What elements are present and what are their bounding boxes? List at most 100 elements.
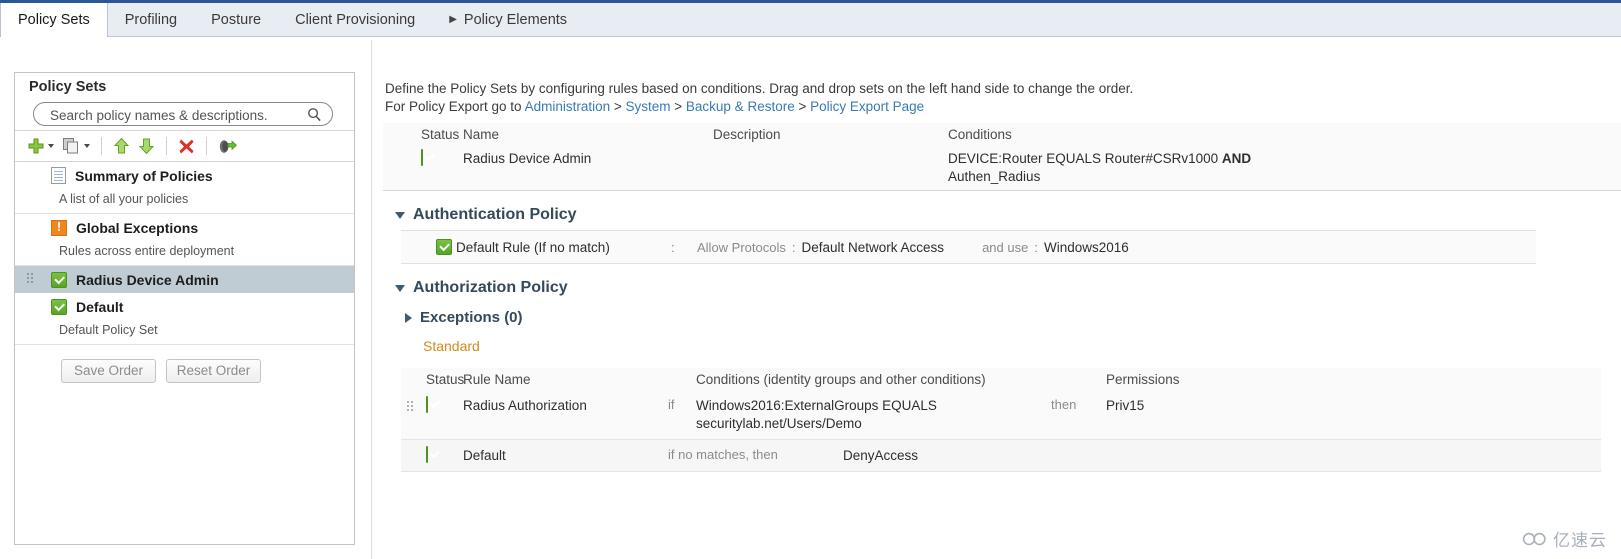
tab-label: Client Provisioning — [295, 12, 416, 28]
breadcrumb-administration[interactable]: Administration — [525, 99, 611, 114]
cell-rule-name: Radius Authorization — [463, 398, 587, 413]
condition-line-2: securitylab.net/Users/Demo — [696, 416, 862, 431]
intro-line-2: For Policy Export go to Administration >… — [383, 98, 1621, 116]
standard-link[interactable]: Standard — [397, 329, 1621, 354]
label-and-use: and use — [982, 239, 1029, 255]
table-row[interactable]: Radius Authorization if Windows2016:Exte… — [401, 390, 1601, 440]
list-item-label: Summary of Policies — [75, 167, 213, 184]
warning-icon — [51, 219, 67, 236]
section-title-label: Authorization Policy — [413, 279, 568, 296]
tab-client-provisioning[interactable]: Client Provisioning — [278, 3, 432, 37]
authorization-table-header: Status Rule Name Conditions (identity gr… — [401, 368, 1601, 390]
tab-posture[interactable]: Posture — [194, 3, 278, 37]
document-icon — [51, 167, 66, 184]
search-box[interactable] — [33, 102, 333, 127]
tab-label: Profiling — [124, 12, 178, 28]
intro-line-1: Define the Policy Sets by configuring ru… — [385, 81, 1134, 96]
cell-status — [401, 239, 456, 255]
drag-handle-icon[interactable] — [407, 401, 414, 414]
chevron-down-icon — [84, 144, 90, 148]
policy-sets-list: Summary of Policies A list of all your p… — [15, 162, 354, 345]
condition-text: DEVICE:Router EQUALS Router#CSRv1000 — [948, 151, 1222, 166]
breadcrumb-backup-restore[interactable]: Backup & Restore — [686, 99, 795, 114]
value-identity-source[interactable]: Windows2016 — [1044, 240, 1129, 255]
toolbar-separator — [101, 137, 102, 155]
plus-icon — [28, 138, 44, 154]
tab-profiling[interactable]: Profiling — [108, 3, 194, 37]
table-row[interactable]: Radius Device Admin DEVICE:Router EQUALS… — [383, 145, 1621, 191]
triangle-right-icon[interactable] — [405, 312, 412, 323]
copy-icon — [63, 138, 78, 154]
cell-rule-name: Default Rule (If no match) — [456, 239, 610, 255]
authentication-policy-header[interactable]: Authentication Policy — [383, 201, 1621, 230]
search-icon[interactable] — [307, 107, 322, 122]
status-enabled-icon[interactable] — [426, 396, 428, 413]
move-down-button[interactable] — [134, 133, 159, 159]
authentication-default-rule-row[interactable]: Default Rule (If no match) : Allow Proto… — [401, 230, 1536, 264]
toolbar-separator — [206, 137, 207, 155]
cloud-icon — [1522, 532, 1546, 545]
cell-colon: : — [791, 239, 796, 255]
list-item-radius-device-admin[interactable]: Radius Device Admin — [15, 266, 354, 293]
list-item-global-exceptions[interactable]: Global Exceptions — [15, 214, 354, 241]
breadcrumb-policy-export-page[interactable]: Policy Export Page — [810, 99, 924, 114]
tab-list: Policy Sets Profiling Posture Client Pro… — [0, 3, 584, 37]
status-enabled-icon[interactable] — [421, 149, 423, 166]
column-header-rule-name: Rule Name — [463, 371, 531, 387]
duplicate-button[interactable] — [58, 133, 94, 159]
cell-colon: : — [671, 239, 675, 255]
list-item-summary-of-policies[interactable]: Summary of Policies — [15, 162, 354, 189]
save-order-button[interactable]: Save Order — [61, 359, 156, 383]
watermark: 亿速云 — [1522, 526, 1607, 551]
breadcrumb-separator: > — [794, 99, 811, 114]
search-row — [15, 101, 354, 130]
list-item-description: Default Policy Set — [15, 320, 354, 345]
close-x-icon — [179, 139, 194, 153]
authorization-subsections: Exceptions (0) Standard — [383, 303, 1621, 354]
authorization-policy-header[interactable]: Authorization Policy — [383, 274, 1621, 303]
list-item-label: Radius Device Admin — [76, 271, 219, 288]
add-button[interactable] — [23, 133, 58, 159]
cell-permissions[interactable]: Priv15 — [1106, 397, 1601, 415]
reset-order-button[interactable]: Reset Order — [166, 359, 261, 383]
breadcrumb-system[interactable]: System — [626, 99, 671, 114]
status-enabled-icon — [51, 271, 67, 288]
panel-divider — [371, 40, 372, 559]
order-buttons: Save Order Reset Order — [15, 345, 354, 383]
move-up-button[interactable] — [109, 133, 134, 159]
cell-permissions[interactable]: DenyAccess — [818, 447, 918, 465]
column-header-conditions: Conditions — [948, 126, 1012, 142]
drag-handle-icon[interactable] — [27, 273, 34, 286]
exceptions-label: Exceptions (0) — [420, 309, 523, 326]
column-header-description: Description — [713, 126, 781, 142]
policy-set-table: Status Name Description Conditions Radiu… — [383, 123, 1621, 191]
exceptions-header[interactable]: Exceptions (0) — [397, 303, 1621, 329]
label-allow-protocols: Allow Protocols — [697, 239, 786, 255]
triangle-down-icon[interactable] — [395, 211, 405, 219]
tab-policy-sets[interactable]: Policy Sets — [0, 3, 108, 37]
value-allow-protocols[interactable]: Default Network Access — [802, 240, 945, 255]
export-icon — [219, 139, 237, 153]
table-row[interactable]: Default if no matches, then DenyAccess — [401, 440, 1601, 472]
delete-button[interactable] — [174, 133, 199, 159]
authorization-rules-table: Status Rule Name Conditions (identity gr… — [401, 368, 1601, 472]
cell-then-label: then — [1051, 397, 1077, 412]
arrow-up-icon — [113, 137, 130, 154]
cell-colon: : — [1034, 239, 1038, 255]
list-item-default[interactable]: Default — [15, 293, 354, 320]
export-button[interactable] — [214, 133, 241, 159]
cell-conditions[interactable]: Windows2016:ExternalGroups EQUALS securi… — [696, 397, 1051, 433]
status-enabled-icon[interactable] — [436, 239, 452, 255]
triangle-down-icon[interactable] — [395, 284, 405, 292]
main-content: Define the Policy Sets by configuring ru… — [383, 80, 1621, 472]
condition-line-1: Windows2016:ExternalGroups EQUALS — [696, 398, 937, 413]
search-input[interactable] — [48, 103, 307, 127]
chevron-down-icon — [48, 144, 54, 148]
tab-policy-elements[interactable]: ▶ Policy Elements — [432, 3, 584, 37]
top-tab-bar: Policy Sets Profiling Posture Client Pro… — [0, 0, 1621, 37]
triangle-right-icon: ▶ — [449, 14, 457, 25]
status-enabled-icon[interactable] — [426, 446, 428, 463]
authorization-policy-section: Authorization Policy Exceptions (0) Stan… — [383, 274, 1621, 472]
column-header-status: Status — [426, 371, 465, 387]
section-title-label: Authentication Policy — [413, 206, 577, 223]
